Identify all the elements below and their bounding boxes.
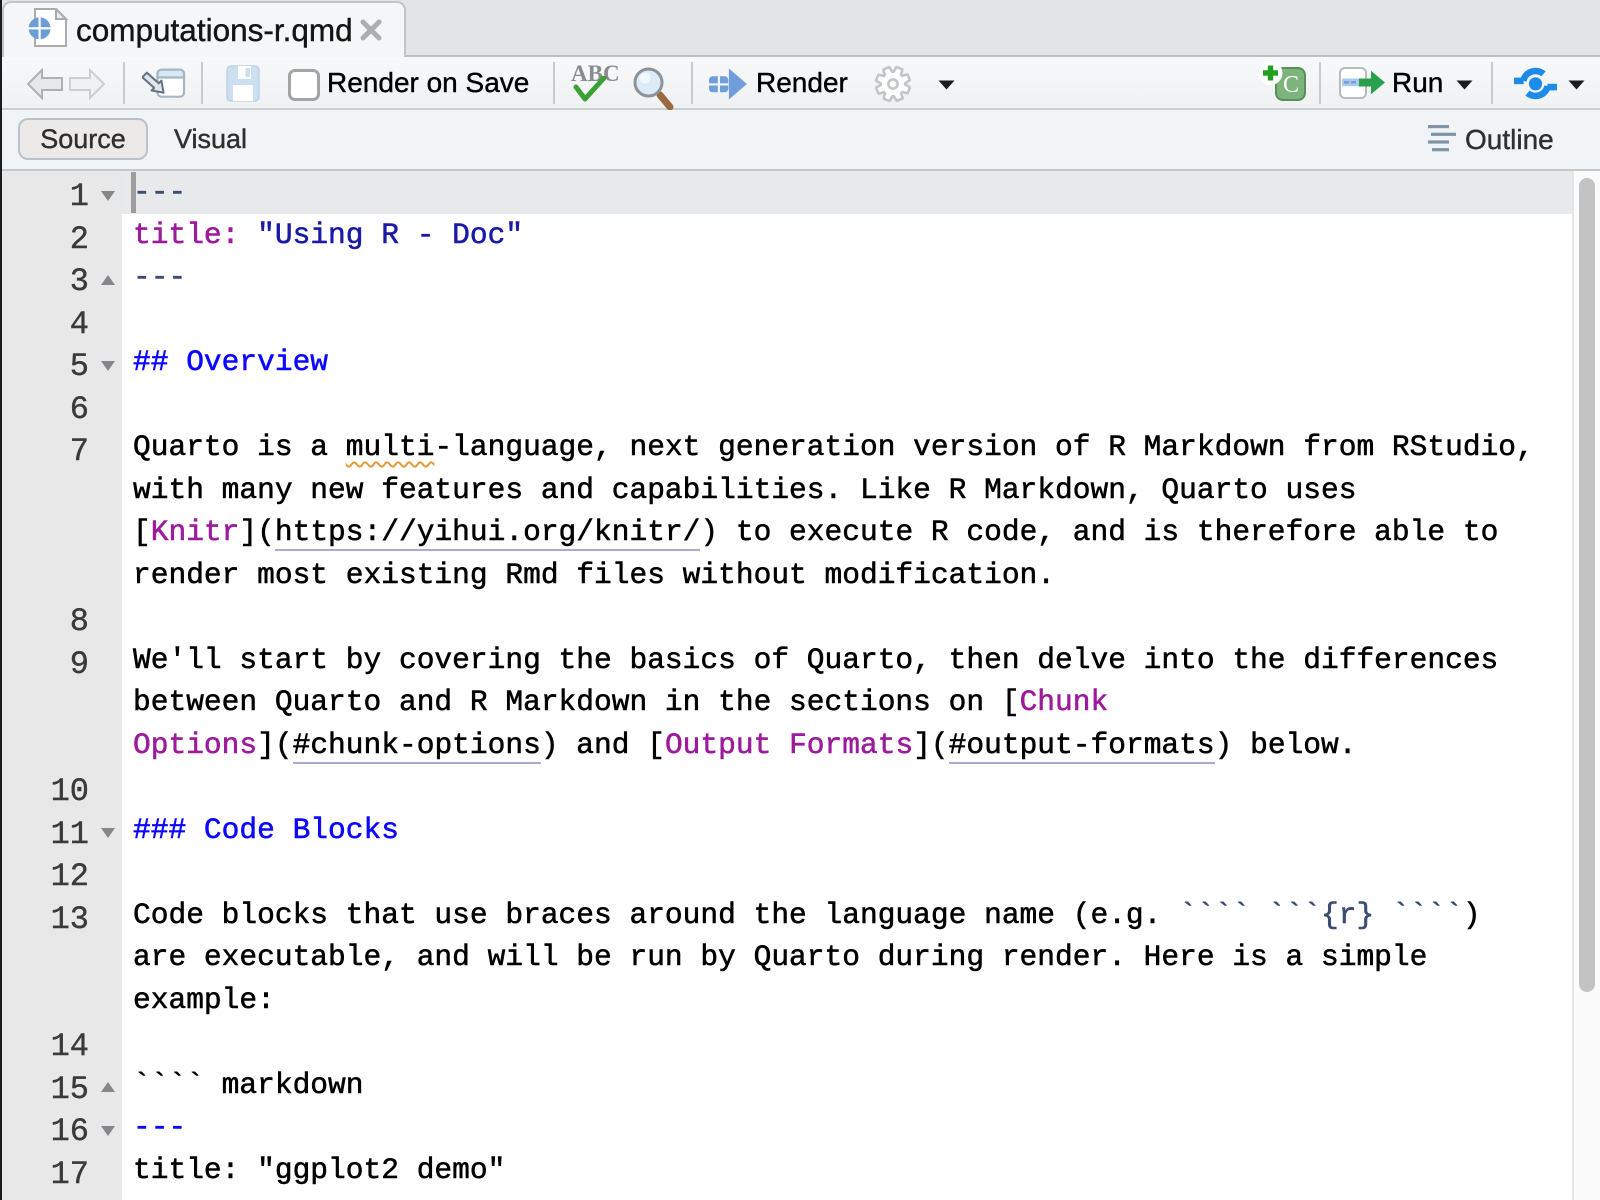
svg-text:C: C xyxy=(1283,72,1299,98)
